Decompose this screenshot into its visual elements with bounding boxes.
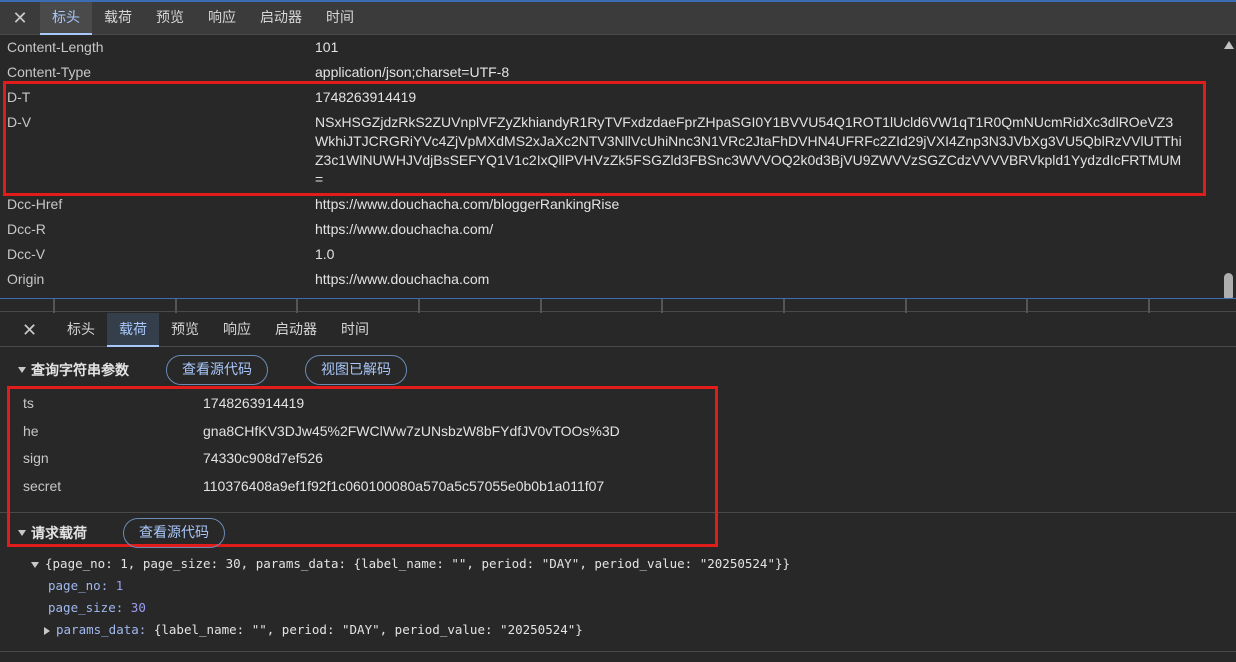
request-payload-header[interactable]: 请求载荷 查看源代码 <box>0 513 1236 553</box>
payload-summary: {page_no: 1, page_size: 30, params_data:… <box>45 556 791 571</box>
column-divider <box>1026 299 1028 313</box>
header-row: Content-Length 101 <box>0 35 1236 60</box>
tab-timing[interactable]: 时间 <box>329 313 381 347</box>
header-value: 1.0 <box>315 246 335 262</box>
response-header-list: Content-Length 101 Content-Type applicat… <box>0 35 1236 292</box>
expand-triangle-icon[interactable] <box>44 626 50 635</box>
collapse-triangle-icon[interactable] <box>18 367 26 373</box>
payload-summary-row[interactable]: {page_no: 1, page_size: 30, params_data:… <box>0 553 1236 575</box>
header-name: D-V <box>7 114 32 130</box>
payload-field-row: page_no: 1 <box>48 578 124 593</box>
column-divider <box>783 299 785 313</box>
view-source-button[interactable]: 查看源代码 <box>166 355 268 385</box>
field-value: 1 <box>115 578 124 593</box>
header-name: Dcc-Href <box>7 196 63 212</box>
column-divider <box>661 299 663 313</box>
view-source-button[interactable]: 查看源代码 <box>123 518 225 548</box>
scroll-up-icon[interactable] <box>1224 41 1234 49</box>
column-divider-strip <box>0 298 1236 313</box>
tab-headers[interactable]: 标头 <box>40 2 92 35</box>
column-divider <box>540 299 542 313</box>
header-value: NSxHSGZjdzRkS2ZUVnplVFZyZkhiandyR1RyTVFx… <box>315 114 1182 187</box>
bottom-tab-bar: ✕ 标头 载荷 预览 响应 启动器 时间 <box>0 312 1236 347</box>
header-row: Dcc-R https://www.douchacha.com/ <box>0 217 1236 242</box>
header-row: Content-Type application/json;charset=UT… <box>0 60 1236 85</box>
column-divider <box>1148 299 1150 313</box>
tab-response[interactable]: 响应 <box>211 313 263 347</box>
header-name: Dcc-R <box>7 221 46 237</box>
param-value: gna8CHfKV3DJw45%2FWClWw7zUNsbzW8bFYdfJV0… <box>203 422 620 439</box>
header-name: D-T <box>7 89 31 105</box>
header-name: Content-Type <box>7 64 92 80</box>
field-key: page_size <box>48 600 116 615</box>
header-row: D-V NSxHSGZjdzRkS2ZUVnplVFZyZkhiandyR1Ry… <box>0 110 1236 192</box>
field-key: page_no <box>48 578 101 593</box>
query-param-row: secret 110376408a9ef1f92f1c060100080a570… <box>0 473 1236 501</box>
query-param-row: he gna8CHfKV3DJw45%2FWClWw7zUNsbzW8bFYdf… <box>0 418 1236 446</box>
header-value: https://www.douchacha.com/ <box>315 221 494 237</box>
param-value: 74330c908d7ef526 <box>203 450 323 466</box>
section-title: 请求载荷 <box>31 526 87 542</box>
close-icon[interactable]: ✕ <box>0 313 55 347</box>
close-icon[interactable]: ✕ <box>0 2 40 35</box>
query-param-row: ts 1748263914419 <box>0 390 1236 418</box>
column-divider <box>53 299 55 313</box>
payload-params-data-row[interactable]: params_data: {label_name: "", period: "D… <box>0 619 1236 641</box>
request-payload-section: 请求载荷 查看源代码 {page_no: 1, page_size: 30, p… <box>0 513 1236 641</box>
param-name: he <box>23 422 39 439</box>
header-row: Dcc-V 1.0 <box>0 242 1236 267</box>
view-decoded-button[interactable]: 视图已解码 <box>305 355 407 385</box>
payload-field-row: page_size: 30 <box>48 600 146 615</box>
column-divider <box>175 299 177 313</box>
query-string-header[interactable]: 查询字符串参数 查看源代码 视图已解码 <box>0 350 1236 390</box>
header-name: Dcc-V <box>7 246 46 262</box>
param-name: ts <box>23 395 34 411</box>
payload-panel: ✕ 标头 载荷 预览 响应 启动器 时间 查询字符串参数 查看源代码 视图已解码… <box>0 312 1236 662</box>
vertical-scrollbar[interactable] <box>1220 37 1236 300</box>
expand-triangle-icon[interactable] <box>31 561 39 568</box>
field-key: params_data <box>56 622 139 637</box>
tab-payload[interactable]: 载荷 <box>92 2 144 35</box>
header-name: Content-Length <box>7 39 104 55</box>
header-row: D-T 1748263914419 <box>0 85 1236 110</box>
section-title: 查询字符串参数 <box>31 363 129 379</box>
header-value: https://www.douchacha.com <box>315 271 490 287</box>
tab-initiator[interactable]: 启动器 <box>263 313 329 347</box>
header-value: 101 <box>315 39 339 55</box>
query-param-row: sign 74330c908d7ef526 <box>0 445 1236 473</box>
field-value: 30 <box>130 600 146 615</box>
query-string-section: 查询字符串参数 查看源代码 视图已解码 ts 1748263914419 he … <box>0 350 1236 547</box>
header-row: Origin https://www.douchacha.com <box>0 267 1236 292</box>
field-value: {label_name: "", period: "DAY", period_v… <box>153 622 583 637</box>
tab-preview[interactable]: 预览 <box>144 2 196 35</box>
header-value: https://www.douchacha.com/bloggerRanking… <box>315 196 620 212</box>
header-row: Dcc-Href https://www.douchacha.com/blogg… <box>0 192 1236 217</box>
header-name: Origin <box>7 271 45 287</box>
collapse-triangle-icon[interactable] <box>18 530 26 536</box>
param-name: sign <box>23 450 49 466</box>
column-divider <box>905 299 907 313</box>
tab-response[interactable]: 响应 <box>196 2 248 35</box>
bottom-divider <box>0 651 1236 652</box>
tab-headers[interactable]: 标头 <box>55 313 107 347</box>
column-divider <box>418 299 420 313</box>
header-value: application/json;charset=UTF-8 <box>315 64 510 80</box>
param-name: secret <box>23 477 62 494</box>
column-divider <box>296 299 298 313</box>
tab-payload[interactable]: 载荷 <box>107 312 159 347</box>
header-value: 1748263914419 <box>315 89 417 105</box>
headers-panel: ✕ 标头 载荷 预览 响应 启动器 时间 Content-Length 101 … <box>0 0 1236 300</box>
tab-initiator[interactable]: 启动器 <box>248 2 314 35</box>
top-tab-bar: ✕ 标头 载荷 预览 响应 启动器 时间 <box>0 2 1236 35</box>
param-value: 1748263914419 <box>203 395 305 411</box>
tab-preview[interactable]: 预览 <box>159 313 211 347</box>
scroll-thumb[interactable] <box>1224 273 1233 300</box>
param-value: 110376408a9ef1f92f1c060100080a570a5c5705… <box>203 477 605 494</box>
tab-timing[interactable]: 时间 <box>314 2 366 35</box>
